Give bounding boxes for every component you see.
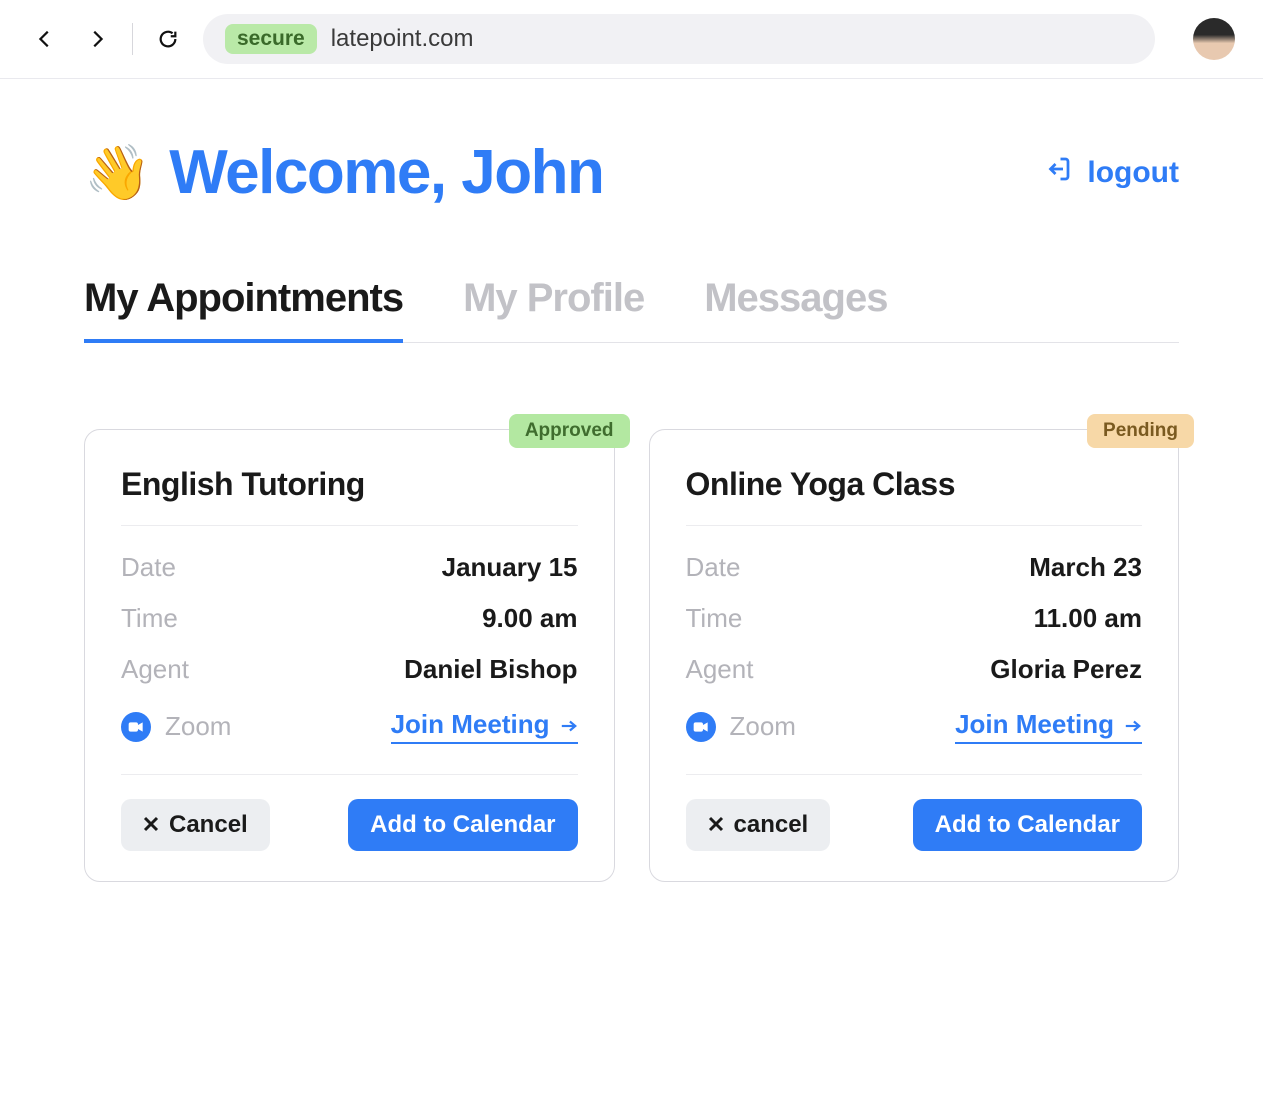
zoom-row: Zoom Join Meeting xyxy=(121,709,578,744)
date-label: Date xyxy=(686,552,741,583)
appointment-title: English Tutoring xyxy=(121,466,578,526)
card-actions: Cancel Add to Calendar xyxy=(121,774,578,851)
add-to-calendar-label: Add to Calendar xyxy=(370,811,555,839)
date-label: Date xyxy=(121,552,176,583)
close-icon xyxy=(143,811,159,839)
zoom-icon xyxy=(121,712,151,742)
zoom-left: Zoom xyxy=(121,711,231,742)
date-value: March 23 xyxy=(1029,552,1142,583)
appointment-title: Online Yoga Class xyxy=(686,466,1143,526)
time-label: Time xyxy=(121,603,178,634)
tab-my-profile[interactable]: My Profile xyxy=(463,276,644,342)
agent-row: Agent Gloria Perez xyxy=(686,654,1143,685)
close-icon xyxy=(708,811,724,839)
welcome-text: Welcome, John xyxy=(169,137,603,208)
time-value: 9.00 am xyxy=(482,603,577,634)
logout-button[interactable]: logout xyxy=(1043,154,1179,192)
tab-bar: My Appointments My Profile Messages xyxy=(84,276,1179,343)
page-header: 👋 Welcome, John logout xyxy=(84,137,1179,208)
agent-label: Agent xyxy=(121,654,189,685)
cancel-button[interactable]: cancel xyxy=(686,799,831,851)
reload-button[interactable] xyxy=(151,22,185,56)
join-meeting-link[interactable]: Join Meeting xyxy=(391,709,578,744)
tab-messages[interactable]: Messages xyxy=(704,276,887,342)
tab-my-appointments[interactable]: My Appointments xyxy=(84,276,403,343)
url-text: latepoint.com xyxy=(331,25,474,53)
status-badge: Approved xyxy=(509,414,630,448)
page-content: 👋 Welcome, John logout My Appointments M… xyxy=(0,79,1263,922)
zoom-icon xyxy=(686,712,716,742)
zoom-label: Zoom xyxy=(730,711,796,742)
welcome-block: 👋 Welcome, John xyxy=(84,137,603,208)
join-meeting-link[interactable]: Join Meeting xyxy=(955,709,1142,744)
appointment-card: Pending Online Yoga Class Date March 23 … xyxy=(649,429,1180,882)
join-meeting-label: Join Meeting xyxy=(955,709,1114,740)
add-to-calendar-button[interactable]: Add to Calendar xyxy=(913,799,1142,851)
appointment-card: Approved English Tutoring Date January 1… xyxy=(84,429,615,882)
zoom-left: Zoom xyxy=(686,711,796,742)
agent-value: Daniel Bishop xyxy=(404,654,577,685)
avatar[interactable] xyxy=(1193,18,1235,60)
wave-icon: 👋 xyxy=(84,146,151,200)
time-label: Time xyxy=(686,603,743,634)
nav-divider xyxy=(132,23,133,55)
logout-icon xyxy=(1043,154,1073,192)
time-value: 11.00 am xyxy=(1034,603,1142,634)
cancel-label: Cancel xyxy=(169,811,248,839)
time-row: Time 11.00 am xyxy=(686,603,1143,634)
arrow-right-icon xyxy=(560,709,578,740)
secure-badge: secure xyxy=(225,24,317,54)
zoom-row: Zoom Join Meeting xyxy=(686,709,1143,744)
forward-button[interactable] xyxy=(80,22,114,56)
zoom-label: Zoom xyxy=(165,711,231,742)
add-to-calendar-label: Add to Calendar xyxy=(935,811,1120,839)
back-button[interactable] xyxy=(28,22,62,56)
address-bar[interactable]: secure latepoint.com xyxy=(203,14,1155,64)
agent-label: Agent xyxy=(686,654,754,685)
add-to-calendar-button[interactable]: Add to Calendar xyxy=(348,799,577,851)
logout-label: logout xyxy=(1087,156,1179,190)
status-badge: Pending xyxy=(1087,414,1194,448)
appointment-cards: Approved English Tutoring Date January 1… xyxy=(84,429,1179,882)
arrow-right-icon xyxy=(1124,709,1142,740)
card-actions: cancel Add to Calendar xyxy=(686,774,1143,851)
agent-row: Agent Daniel Bishop xyxy=(121,654,578,685)
cancel-button[interactable]: Cancel xyxy=(121,799,270,851)
agent-value: Gloria Perez xyxy=(990,654,1142,685)
time-row: Time 9.00 am xyxy=(121,603,578,634)
date-row: Date March 23 xyxy=(686,552,1143,583)
cancel-label: cancel xyxy=(734,811,809,839)
browser-bar: secure latepoint.com xyxy=(0,0,1263,79)
join-meeting-label: Join Meeting xyxy=(391,709,550,740)
date-value: January 15 xyxy=(442,552,578,583)
date-row: Date January 15 xyxy=(121,552,578,583)
